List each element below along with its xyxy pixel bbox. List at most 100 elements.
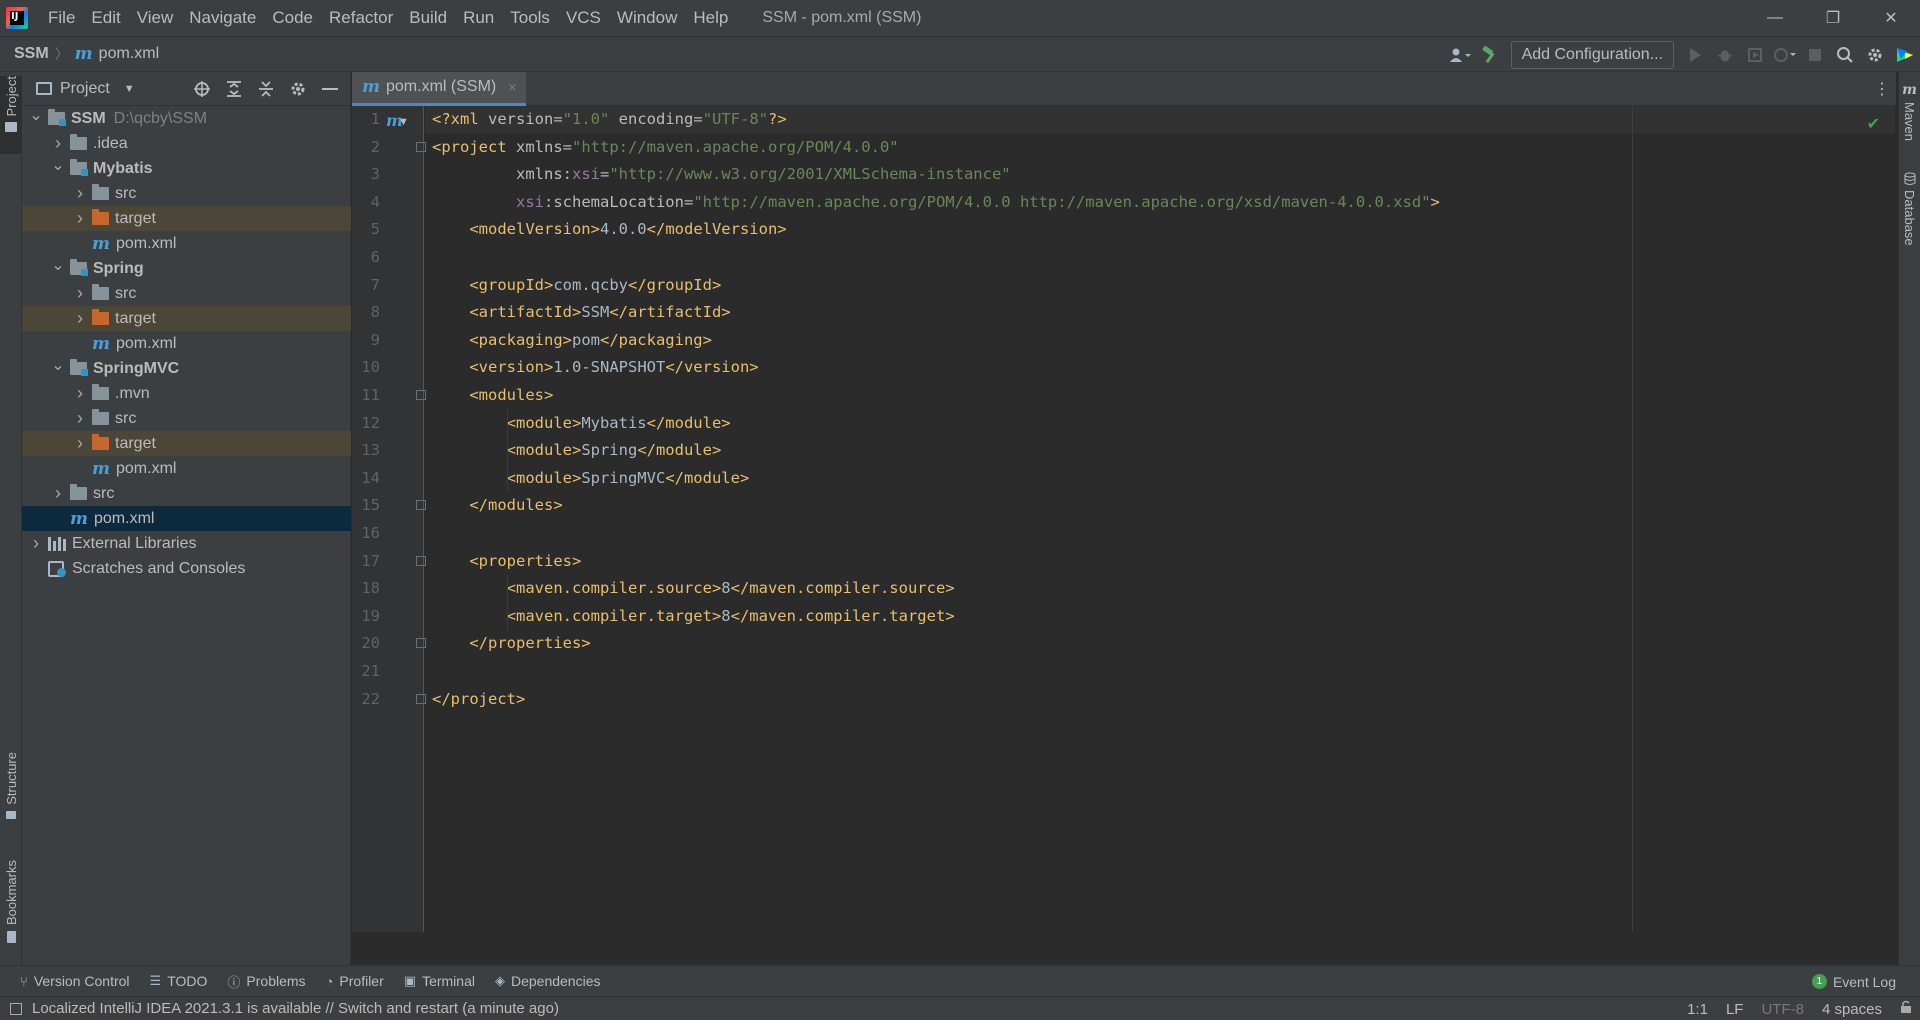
tab-options-icon[interactable]: ⋮ xyxy=(1874,72,1890,106)
tool-todo[interactable]: ☰ TODO xyxy=(150,973,208,989)
tree-item[interactable]: › External Libraries xyxy=(22,531,351,556)
tree-item[interactable]: › target xyxy=(22,431,351,456)
tree-item[interactable]: Scratches and Consoles xyxy=(22,556,351,581)
restore-button[interactable]: ❐ xyxy=(1804,0,1862,36)
line-separator[interactable]: LF xyxy=(1726,1001,1744,1018)
tree-item[interactable]: › src xyxy=(22,281,351,306)
menu-navigate[interactable]: Navigate xyxy=(181,0,264,36)
coverage-icon[interactable] xyxy=(1740,40,1770,70)
fold-marker-icon[interactable] xyxy=(416,638,426,649)
code-line[interactable]: <modelVersion>4.0.0</modelVersion> xyxy=(432,216,786,243)
code-line[interactable]: <packaging>pom</packaging> xyxy=(432,327,712,354)
bookmarks-tool-tab[interactable]: Bookmarks xyxy=(0,860,22,950)
code-line[interactable]: </project> xyxy=(432,686,525,713)
code-line[interactable]: <project xmlns="http://maven.apache.org/… xyxy=(432,134,899,161)
fold-marker-icon[interactable] xyxy=(416,693,426,704)
panel-settings-icon[interactable] xyxy=(282,74,314,104)
chevron-right-icon[interactable]: › xyxy=(50,483,66,504)
tree-item[interactable]: m pom.xml xyxy=(22,331,351,356)
gear-icon[interactable] xyxy=(1860,40,1890,70)
hide-panel-icon[interactable] xyxy=(314,74,346,104)
chevron-right-icon[interactable]: › xyxy=(72,433,88,454)
maven-tool-tab[interactable]: m Maven xyxy=(1902,82,1917,141)
menu-file[interactable]: File xyxy=(40,0,83,36)
user-icon[interactable] xyxy=(1445,40,1475,70)
menu-run[interactable]: Run xyxy=(455,0,502,36)
tree-item[interactable]: ⌄ Spring xyxy=(22,256,351,281)
hammer-icon[interactable] xyxy=(1475,40,1505,70)
caret-position[interactable]: 1:1 xyxy=(1687,1001,1708,1018)
chevron-right-icon[interactable]: › xyxy=(72,183,88,204)
chevron-right-icon[interactable]: › xyxy=(72,308,88,329)
chevron-right-icon[interactable]: › xyxy=(28,533,44,554)
code-line[interactable]: <version>1.0-SNAPSHOT</version> xyxy=(432,354,758,381)
fold-marker-icon[interactable] xyxy=(416,141,426,152)
file-encoding[interactable]: UTF-8 xyxy=(1761,1001,1804,1018)
chevron-down-icon[interactable]: ⌄ xyxy=(28,105,44,125)
code-line[interactable]: xmlns:xsi="http://www.w3.org/2001/XMLSch… xyxy=(432,161,1011,188)
menu-tools[interactable]: Tools xyxy=(502,0,558,36)
indent-setting[interactable]: 4 spaces xyxy=(1822,1001,1882,1018)
chevron-right-icon[interactable]: › xyxy=(50,133,66,154)
code-line[interactable]: <groupId>com.qcby</groupId> xyxy=(432,272,721,299)
fold-marker-icon[interactable] xyxy=(416,500,426,511)
code-line[interactable]: </modules> xyxy=(432,492,562,519)
code-line[interactable]: <maven.compiler.source>8</maven.compiler… xyxy=(432,575,955,602)
jetbrains-icon[interactable] xyxy=(1890,40,1920,70)
tree-item[interactable]: › target xyxy=(22,306,351,331)
tool-problems[interactable]: ⓘ Problems xyxy=(227,972,305,991)
code-line[interactable]: <modules> xyxy=(432,382,553,409)
close-window-button[interactable]: ✕ xyxy=(1862,0,1920,36)
code-line[interactable]: xsi:schemaLocation="http://maven.apache.… xyxy=(432,189,1440,216)
code-line[interactable]: </properties> xyxy=(432,630,590,657)
profile-icon[interactable] xyxy=(1770,40,1800,70)
minimize-button[interactable]: — xyxy=(1746,0,1804,36)
tree-item[interactable]: › src xyxy=(22,406,351,431)
tree-item[interactable]: m pom.xml xyxy=(22,456,351,481)
search-icon[interactable] xyxy=(1830,40,1860,70)
chevron-down-icon[interactable]: ⌄ xyxy=(50,355,66,375)
menu-edit[interactable]: Edit xyxy=(83,0,128,36)
toggle-tool-windows-icon[interactable] xyxy=(10,1002,22,1015)
tree-item[interactable]: › .mvn xyxy=(22,381,351,406)
code-line[interactable]: <?xml version="1.0" encoding="UTF-8"?> xyxy=(432,106,787,133)
code-line[interactable]: <maven.compiler.target>8</maven.compiler… xyxy=(432,603,955,630)
tree-item[interactable]: ⌄ SSM D:\qcby\SSM xyxy=(22,106,351,131)
code-line[interactable]: <module>Spring</module> xyxy=(432,437,722,464)
code-line[interactable]: <module>SpringMVC</module> xyxy=(432,465,750,492)
code-line[interactable]: <artifactId>SSM</artifactId> xyxy=(432,299,730,326)
menu-code[interactable]: Code xyxy=(264,0,321,36)
collapse-all-icon[interactable] xyxy=(250,74,282,104)
event-log-button[interactable]: 1 Event Log xyxy=(1811,966,1896,997)
no-problems-check-icon[interactable]: ✔ xyxy=(1867,114,1880,134)
tree-item[interactable]: › src xyxy=(22,481,351,506)
breadcrumb-file[interactable]: pom.xml xyxy=(99,45,159,63)
menu-window[interactable]: Window xyxy=(609,0,685,36)
chevron-right-icon[interactable]: › xyxy=(72,283,88,304)
chevron-right-icon[interactable]: › xyxy=(72,208,88,229)
breadcrumb-project[interactable]: SSM xyxy=(14,45,49,63)
close-tab-icon[interactable]: × xyxy=(508,79,516,95)
tree-item[interactable]: › .idea xyxy=(22,131,351,156)
structure-tool-tab[interactable]: Structure xyxy=(0,752,22,832)
fold-marker-icon[interactable] xyxy=(416,390,426,400)
stop-icon[interactable] xyxy=(1800,40,1830,70)
database-tool-tab[interactable]: Database xyxy=(1902,172,1917,246)
tool-profiler[interactable]: ◔ Profiler xyxy=(326,973,384,989)
debug-icon[interactable] xyxy=(1710,40,1740,70)
tree-item[interactable]: ⌄ SpringMVC xyxy=(22,356,351,381)
menu-build[interactable]: Build xyxy=(401,0,455,36)
fold-marker-icon[interactable] xyxy=(416,555,426,566)
tree-item[interactable]: m pom.xml xyxy=(22,506,351,531)
chevron-right-icon[interactable]: › xyxy=(72,383,88,404)
tree-item[interactable]: ⌄ Mybatis xyxy=(22,156,351,181)
code-line[interactable]: <properties> xyxy=(432,548,581,575)
lock-icon[interactable] xyxy=(1900,1000,1912,1018)
tool-terminal[interactable]: ▣ Terminal xyxy=(404,973,475,989)
chevron-down-icon[interactable]: ⌄ xyxy=(50,155,66,175)
run-icon[interactable] xyxy=(1680,40,1710,70)
tree-item[interactable]: m pom.xml xyxy=(22,231,351,256)
project-view-selector[interactable]: Project ▼ xyxy=(36,80,135,98)
locate-icon[interactable] xyxy=(186,74,218,104)
expand-all-icon[interactable] xyxy=(218,74,250,104)
